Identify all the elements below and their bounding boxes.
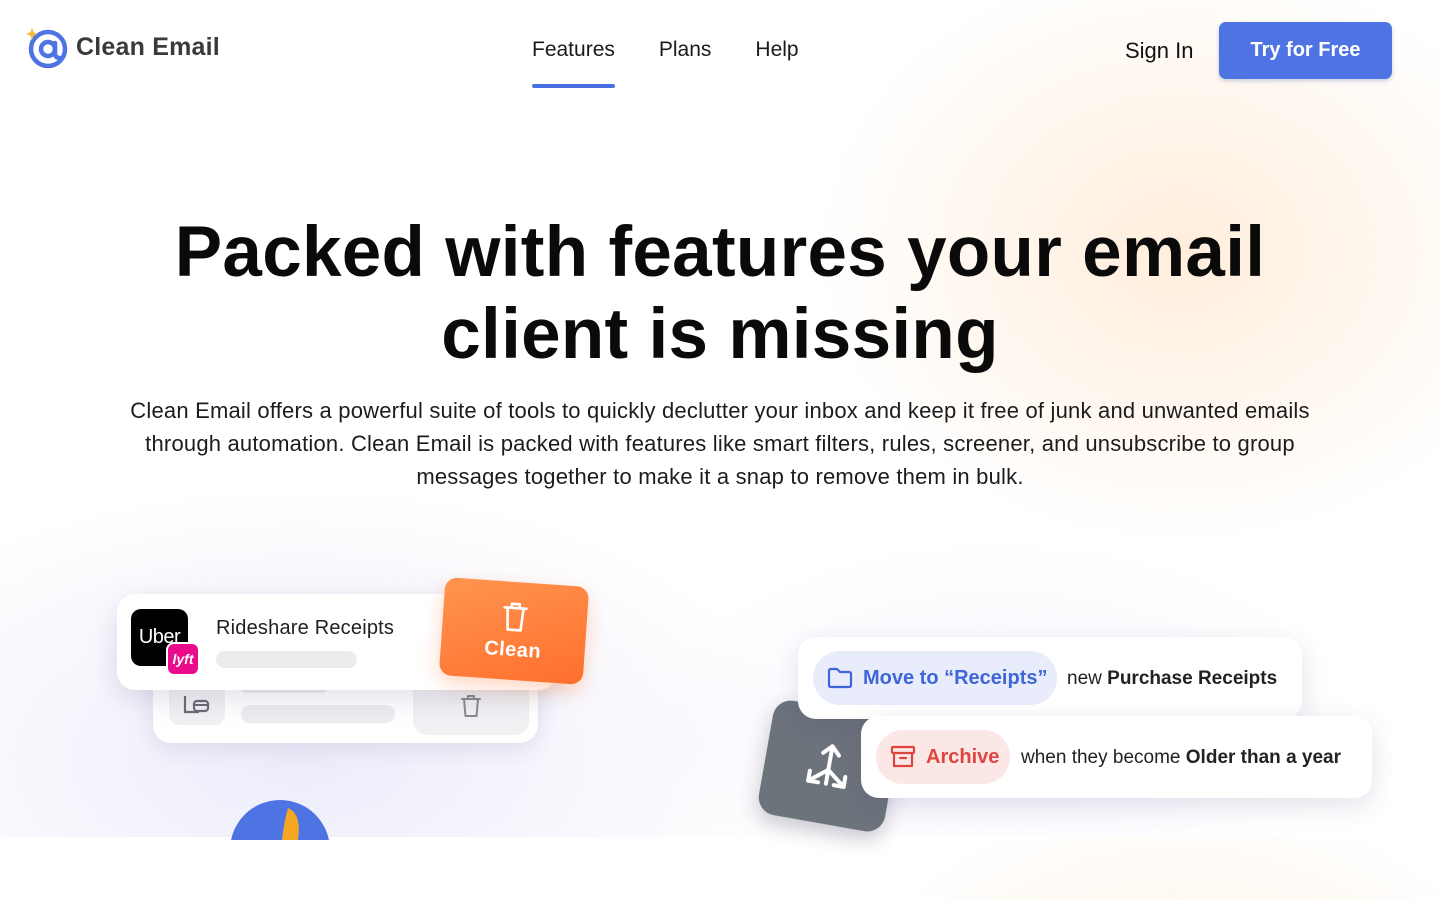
move-action-label: Move to “Receipts” <box>863 666 1048 689</box>
title-line-1: Packed with features your email <box>174 213 1266 292</box>
rule-card-move[interactable]: Move to “Receipts” new Purchase Receipts <box>798 637 1302 719</box>
trash-icon <box>503 601 528 632</box>
main-nav: Features Plans Help <box>532 38 799 88</box>
logo-text: Clean Email <box>76 32 220 61</box>
title-line-2: client is missing <box>441 295 999 374</box>
clean-button[interactable]: Clean <box>438 577 590 685</box>
hero-subtitle: Clean Email offers a powerful suite of t… <box>80 394 1360 493</box>
subtitle-line-2: through automation. Clean Email is packe… <box>145 431 1295 456</box>
archive-action-pill[interactable]: Archive <box>876 730 1010 784</box>
archive-rule-text: when they become Older than a year <box>1021 747 1341 769</box>
logo[interactable]: Clean Email <box>26 26 220 69</box>
lyft-logo: lyft <box>166 642 200 676</box>
archive-rule-prefix: when they become <box>1021 747 1181 768</box>
archive-rule-target: Older than a year <box>1185 747 1342 768</box>
nav-features[interactable]: Features <box>532 38 615 88</box>
folder-icon <box>827 667 853 689</box>
at-sign-logo-icon <box>26 26 68 69</box>
nav-plans[interactable]: Plans <box>659 38 712 88</box>
placeholder-line <box>241 705 395 723</box>
try-for-free-button[interactable]: Try for Free <box>1219 22 1392 79</box>
archive-action-label: Archive <box>926 745 1000 768</box>
subtitle-line-1: Clean Email offers a powerful suite of t… <box>130 398 1310 423</box>
placeholder-line <box>216 651 357 668</box>
move-rule-text: new Purchase Receipts <box>1067 668 1277 690</box>
nav-help[interactable]: Help <box>755 38 798 88</box>
sign-in-link[interactable]: Sign In <box>1125 38 1194 64</box>
move-rule-prefix: new <box>1067 668 1102 689</box>
group-card-title: Rideshare Receipts <box>216 617 395 639</box>
clean-button-label: Clean <box>483 636 542 663</box>
move-rule-target: Purchase Receipts <box>1107 668 1278 689</box>
subtitle-line-3: messages together to make it a snap to r… <box>416 464 1024 489</box>
page-title: Packed with features your email client i… <box>0 212 1440 376</box>
move-action-pill[interactable]: Move to “Receipts” <box>813 651 1057 705</box>
decorative-blob <box>230 800 330 900</box>
archive-box-icon <box>890 745 916 768</box>
rule-card-archive[interactable]: Archive when they become Older than a ye… <box>861 716 1372 798</box>
